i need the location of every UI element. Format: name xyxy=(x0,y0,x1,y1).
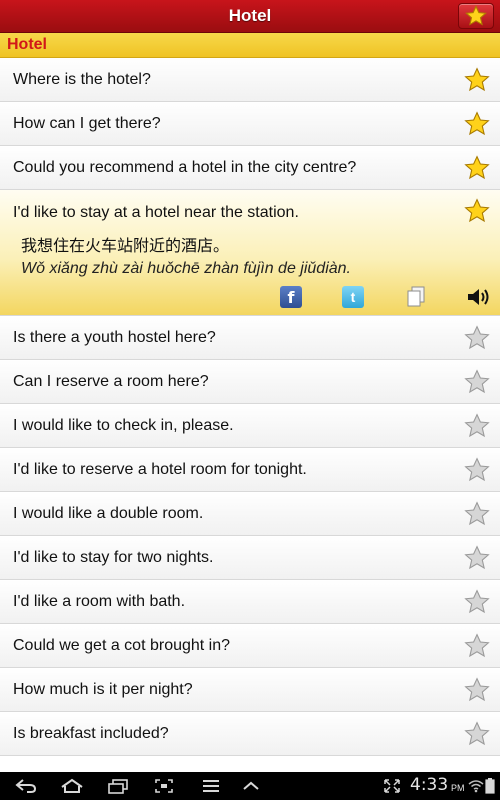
phrase-row[interactable]: Could you recommend a hotel in the city … xyxy=(0,146,500,190)
expand-icon[interactable] xyxy=(380,776,404,796)
phrase-row[interactable]: Where is the hotel? xyxy=(0,58,500,102)
phrase-row[interactable]: How can I get there? xyxy=(0,102,500,146)
phrase-text: I would like to check in, please. xyxy=(13,416,234,434)
twitter-icon[interactable]: t xyxy=(342,286,364,308)
favorite-star-icon[interactable] xyxy=(464,111,490,137)
battery-icon xyxy=(482,776,498,796)
phrase-text: I'd like a room with bath. xyxy=(13,592,186,610)
phrase-text: Could we get a cot brought in? xyxy=(13,636,231,654)
star-icon xyxy=(465,5,487,26)
section-header: Hotel xyxy=(0,33,500,58)
favorite-star-icon[interactable] xyxy=(464,589,490,615)
phrase-row[interactable]: I would like to check in, please. xyxy=(0,404,500,448)
phrase-text: Where is the hotel? xyxy=(13,70,151,88)
phrase-row[interactable]: Can I reserve a room here? xyxy=(0,360,500,404)
phrase-actions: f t xyxy=(0,286,500,312)
title-bar: Hotel xyxy=(0,0,500,33)
page-title: Hotel xyxy=(228,6,272,25)
favorite-star-icon[interactable] xyxy=(464,721,490,747)
favorite-star-icon[interactable] xyxy=(464,413,490,439)
favorite-star-icon[interactable] xyxy=(464,633,490,659)
favorite-star-icon[interactable] xyxy=(464,325,490,351)
phrase-row[interactable]: Could we get a cot brought in? xyxy=(0,624,500,668)
favorite-star-icon[interactable] xyxy=(464,198,490,224)
chinese-translation: 我想住在火车站附近的酒店。 xyxy=(21,236,230,255)
phrase-text: Could you recommend a hotel in the city … xyxy=(13,158,357,176)
phrase-row[interactable]: I would like a double room. xyxy=(0,492,500,536)
clock-time: 4:33 xyxy=(410,775,449,795)
phrase-text: How can I get there? xyxy=(13,114,161,132)
favorite-star-icon[interactable] xyxy=(464,545,490,571)
phrase-text: Is breakfast included? xyxy=(13,724,169,742)
phrase-row[interactable]: How much is it per night? xyxy=(0,668,500,712)
favorite-star-icon[interactable] xyxy=(464,457,490,483)
phrase-text: I would like a double room. xyxy=(13,504,204,522)
phrase-text: I'd like to reserve a hotel room for ton… xyxy=(13,460,307,478)
phrase-text: I'd like to stay for two nights. xyxy=(13,548,214,566)
favorites-button[interactable] xyxy=(458,3,494,29)
phrase-row[interactable]: I'd like to reserve a hotel room for ton… xyxy=(0,448,500,492)
home-icon[interactable] xyxy=(60,776,84,796)
pinyin-translation: Wǒ xiǎng zhù zài huǒchē zhàn fùjìn de ji… xyxy=(21,260,351,277)
menu-icon[interactable] xyxy=(199,776,223,796)
phrase-text: How much is it per night? xyxy=(13,680,193,698)
section-title: Hotel xyxy=(7,36,47,53)
phrase-text: Is there a youth hostel here? xyxy=(13,328,216,346)
recent-apps-icon[interactable] xyxy=(106,776,130,796)
favorite-star-icon[interactable] xyxy=(464,501,490,527)
facebook-icon[interactable]: f xyxy=(280,286,302,308)
favorite-star-icon[interactable] xyxy=(464,67,490,93)
phrase-row[interactable]: I'd like a room with bath. xyxy=(0,580,500,624)
phrase-text: I'd like to stay at a hotel near the sta… xyxy=(13,204,299,221)
phrase-row-expanded[interactable]: I'd like to stay at a hotel near the sta… xyxy=(0,190,500,316)
phrase-list[interactable]: Where is the hotel? How can I get there?… xyxy=(0,58,500,756)
phrase-row[interactable]: Is breakfast included? xyxy=(0,712,500,756)
screenshot-icon[interactable] xyxy=(152,776,176,796)
favorite-star-icon[interactable] xyxy=(464,155,490,181)
back-icon[interactable] xyxy=(14,776,38,796)
copy-icon[interactable] xyxy=(405,286,427,308)
system-nav-bar: 4:33 PM xyxy=(0,772,500,800)
phrase-row[interactable]: I'd like to stay for two nights. xyxy=(0,536,500,580)
speaker-icon[interactable] xyxy=(466,286,492,308)
favorite-star-icon[interactable] xyxy=(464,677,490,703)
chevron-up-icon[interactable] xyxy=(239,776,263,796)
phrase-text: Can I reserve a room here? xyxy=(13,372,209,390)
phrase-row[interactable]: Is there a youth hostel here? xyxy=(0,316,500,360)
clock-ampm: PM xyxy=(451,783,465,793)
favorite-star-icon[interactable] xyxy=(464,369,490,395)
